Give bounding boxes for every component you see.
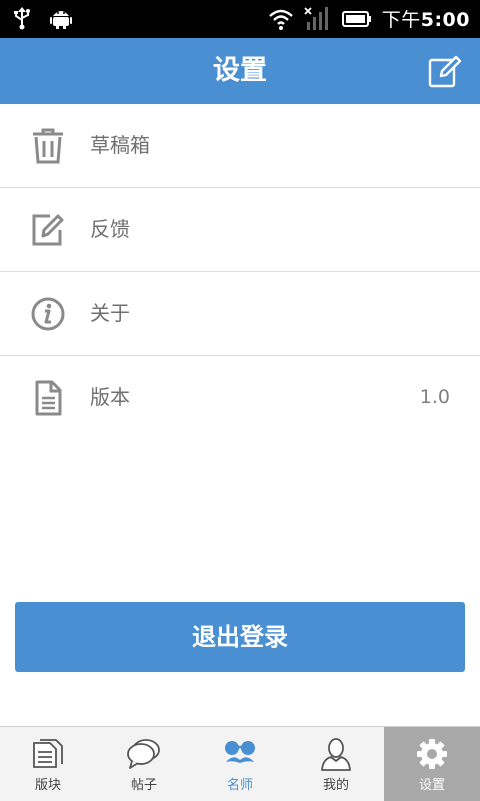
app-header: 设置 — [0, 38, 480, 104]
settings-item-label: 反馈 — [90, 217, 130, 241]
tab-label: 名师 — [226, 778, 253, 793]
compose-icon[interactable] — [428, 54, 462, 88]
gear-icon — [417, 739, 447, 769]
mustache-glasses-icon — [225, 741, 255, 763]
settings-item-label: 草稿箱 — [90, 133, 150, 157]
wifi-icon — [268, 9, 293, 30]
settings-item-label: 版本 — [90, 385, 130, 409]
tab-settings[interactable]: 设置 — [384, 727, 480, 801]
person-icon — [321, 738, 351, 771]
tab-label: 帖子 — [130, 778, 157, 793]
usb-icon — [14, 7, 30, 30]
settings-item-drafts[interactable]: 草稿箱 — [0, 104, 480, 188]
logout-button[interactable]: 退出登录 — [15, 602, 465, 672]
android-icon — [50, 11, 72, 29]
page-title: 设置 — [213, 55, 267, 86]
tab-label: 我的 — [322, 778, 349, 793]
clock: 下午5:00 — [381, 9, 470, 31]
chat-bubbles-icon — [127, 739, 160, 769]
battery-icon — [341, 10, 371, 27]
tab-teachers[interactable]: 名师 — [192, 727, 288, 801]
status-bar: 下午5:00 — [0, 0, 480, 38]
edit-icon — [32, 214, 64, 246]
settings-item-about[interactable]: 关于 — [0, 272, 480, 356]
settings-item-value: 1.0 — [419, 386, 450, 408]
info-icon — [31, 297, 65, 331]
settings-list: 草稿箱 反馈 关于 版本 1.0 — [0, 104, 480, 439]
tab-sections[interactable]: 版块 — [0, 727, 96, 801]
bottom-tab-bar: 版块 帖子 名师 我的 设置 — [0, 726, 480, 801]
tab-label: 设置 — [418, 778, 445, 793]
settings-item-feedback[interactable]: 反馈 — [0, 188, 480, 272]
tab-label: 版块 — [34, 778, 61, 793]
settings-item-label: 关于 — [90, 301, 130, 325]
signal-icon — [304, 6, 328, 30]
trash-icon — [33, 128, 63, 164]
tab-mine[interactable]: 我的 — [288, 727, 384, 801]
forum-icon — [33, 739, 63, 768]
tab-posts[interactable]: 帖子 — [96, 727, 192, 801]
settings-item-version[interactable]: 版本 1.0 — [0, 356, 480, 439]
document-icon — [35, 380, 62, 416]
